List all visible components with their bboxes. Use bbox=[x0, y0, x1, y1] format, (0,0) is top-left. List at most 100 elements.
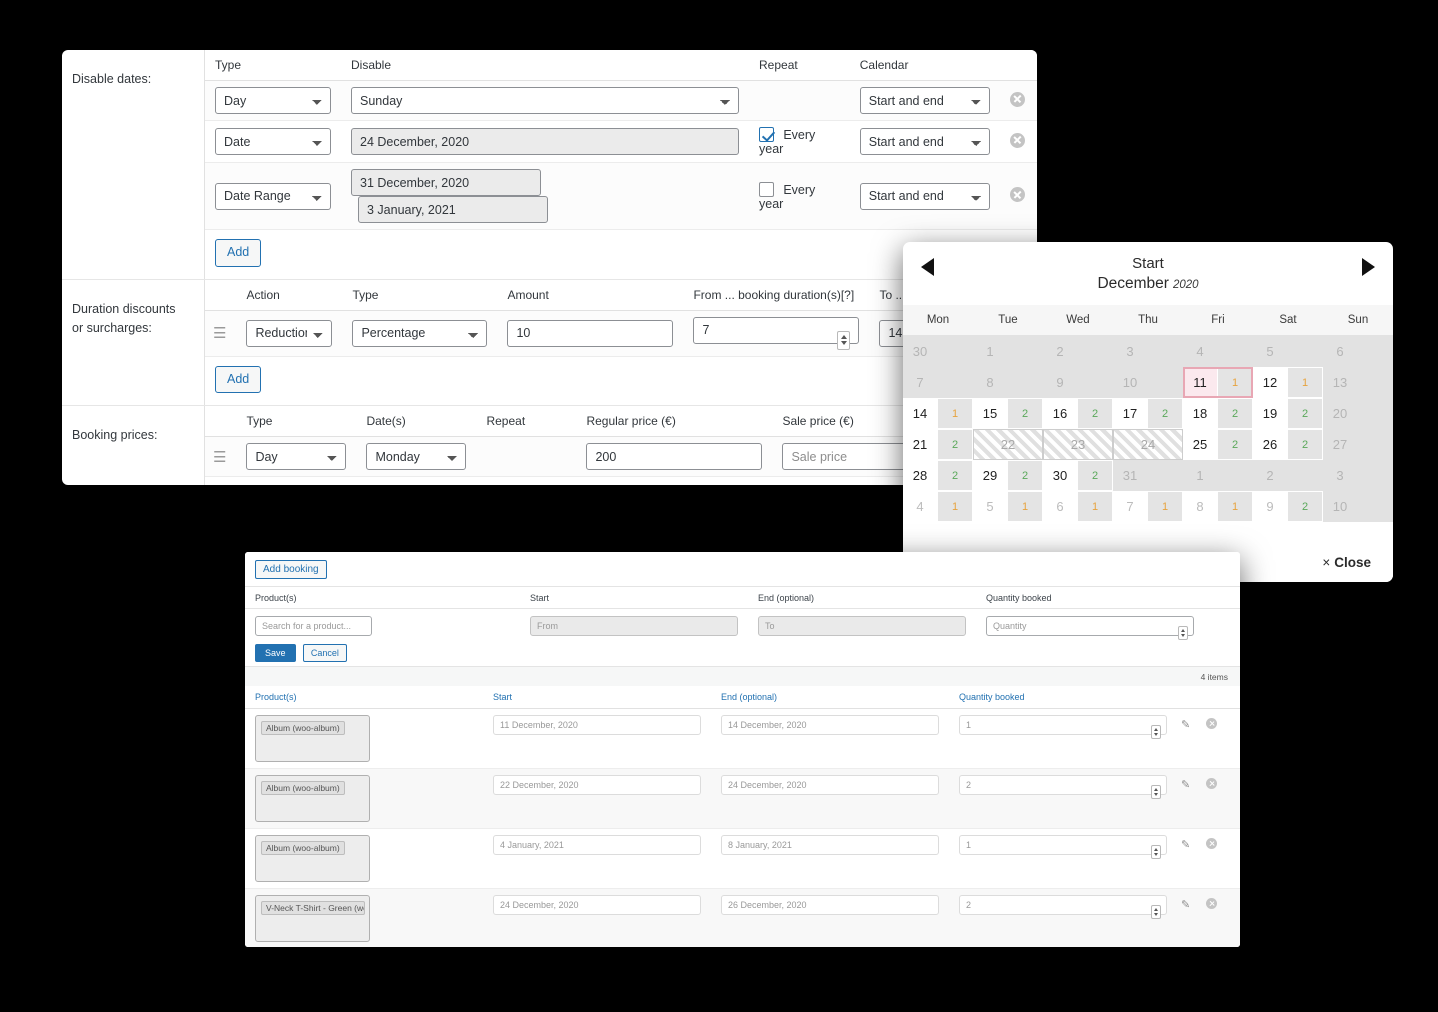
calendar-day-cell[interactable]: 252 bbox=[1183, 429, 1253, 460]
day-1[interactable]: 1 bbox=[973, 336, 1043, 367]
calendar-day-cell[interactable]: 2 bbox=[1253, 460, 1323, 491]
disable-date-input-1[interactable] bbox=[351, 128, 739, 155]
disable-range-start-input[interactable] bbox=[351, 169, 541, 196]
day-9[interactable]: 92 bbox=[1253, 491, 1323, 522]
calendar-day-cell[interactable]: 1 bbox=[973, 336, 1043, 368]
from-spinner[interactable] bbox=[837, 331, 850, 350]
disable-range-end-input[interactable] bbox=[358, 196, 548, 223]
day-25[interactable]: 252 bbox=[1183, 429, 1253, 460]
day-2[interactable]: 2 bbox=[1043, 336, 1113, 367]
calendar-day-cell[interactable]: 10 bbox=[1113, 367, 1183, 398]
day-29[interactable]: 292 bbox=[973, 460, 1043, 491]
booking-quantity-spinner[interactable] bbox=[1151, 845, 1161, 859]
day-26[interactable]: 262 bbox=[1253, 429, 1323, 460]
day-24[interactable]: 24 bbox=[1113, 429, 1183, 460]
delete-booking-icon[interactable] bbox=[1206, 718, 1217, 729]
calendar-day-cell[interactable]: 262 bbox=[1253, 429, 1323, 460]
booking-end-input[interactable] bbox=[721, 775, 939, 795]
day-4[interactable]: 4 bbox=[1183, 336, 1253, 367]
bookings-col-start[interactable]: Start bbox=[483, 686, 711, 709]
disable-value-select-0[interactable]: Sunday bbox=[351, 87, 739, 114]
booking-end-input[interactable] bbox=[721, 895, 939, 915]
calendar-day-cell[interactable]: 282 bbox=[903, 460, 973, 491]
drag-handle-icon[interactable]: ☰ bbox=[213, 449, 226, 466]
booking-quantity-input[interactable] bbox=[959, 895, 1167, 915]
calendar-day-cell[interactable]: 27 bbox=[1323, 429, 1393, 460]
price-type-select[interactable]: Day bbox=[246, 443, 346, 470]
day-5[interactable]: 5 bbox=[1253, 336, 1323, 367]
calendar-select-2[interactable]: Start and end bbox=[860, 183, 990, 210]
calendar-day-cell[interactable]: 162 bbox=[1043, 398, 1113, 429]
product-box[interactable]: Album (woo-album) bbox=[255, 835, 370, 882]
discount-from-input[interactable] bbox=[693, 317, 859, 344]
day-17[interactable]: 172 bbox=[1113, 398, 1183, 429]
day-8[interactable]: 8 bbox=[973, 367, 1043, 398]
day-6[interactable]: 6 bbox=[1323, 336, 1393, 367]
calendar-day-cell[interactable]: 41 bbox=[903, 491, 973, 522]
calendar-day-cell[interactable]: 31 bbox=[1113, 460, 1183, 491]
booking-quantity-spinner[interactable] bbox=[1151, 905, 1161, 919]
remove-row-icon[interactable] bbox=[1010, 187, 1025, 202]
booking-quantity-input[interactable] bbox=[959, 775, 1167, 795]
booking-end-input[interactable] bbox=[721, 835, 939, 855]
quantity-stepper[interactable] bbox=[986, 616, 1194, 640]
calendar-day-cell[interactable]: 292 bbox=[973, 460, 1043, 491]
bookings-col-end[interactable]: End (optional) bbox=[711, 686, 949, 709]
day-10[interactable]: 10 bbox=[1113, 367, 1183, 398]
product-box[interactable]: Album (woo-album) bbox=[255, 715, 370, 762]
product-box[interactable]: Album (woo-album) bbox=[255, 775, 370, 822]
day-3[interactable]: 3 bbox=[1113, 336, 1183, 367]
delete-booking-icon[interactable] bbox=[1206, 778, 1217, 789]
product-tag[interactable]: V-Neck T-Shirt - Green (woo-vne bbox=[261, 901, 365, 915]
day-5[interactable]: 51 bbox=[973, 491, 1043, 522]
drag-handle-icon[interactable]: ☰ bbox=[213, 325, 226, 342]
add-booking-button[interactable]: Add booking bbox=[255, 560, 327, 579]
calendar-day-cell[interactable]: 92 bbox=[1253, 491, 1323, 522]
day-30[interactable]: 302 bbox=[1043, 460, 1113, 491]
booking-quantity-stepper[interactable] bbox=[959, 895, 1167, 919]
day-21[interactable]: 212 bbox=[903, 429, 973, 460]
calendar-day-cell[interactable]: 9 bbox=[1043, 367, 1113, 398]
booking-quantity-stepper[interactable] bbox=[959, 715, 1167, 739]
calendar-day-cell[interactable]: 121 bbox=[1253, 367, 1323, 398]
day-3[interactable]: 3 bbox=[1323, 460, 1393, 491]
day-8[interactable]: 81 bbox=[1183, 491, 1253, 522]
discount-type-select[interactable]: Percentage bbox=[352, 320, 487, 347]
calendar-day-cell[interactable]: 24 bbox=[1113, 429, 1183, 460]
calendar-day-cell[interactable]: 192 bbox=[1253, 398, 1323, 429]
day-12[interactable]: 121 bbox=[1253, 367, 1323, 398]
calendar-day-cell[interactable]: 2 bbox=[1043, 336, 1113, 368]
booking-quantity-stepper[interactable] bbox=[959, 835, 1167, 859]
calendar-day-cell[interactable]: 23 bbox=[1043, 429, 1113, 460]
booking-quantity-spinner[interactable] bbox=[1151, 785, 1161, 799]
booking-quantity-stepper[interactable] bbox=[959, 775, 1167, 799]
calendar-day-cell[interactable]: 8 bbox=[973, 367, 1043, 398]
booking-start-input[interactable] bbox=[493, 895, 701, 915]
booking-quantity-spinner[interactable] bbox=[1151, 725, 1161, 739]
add-duration-discount-button[interactable]: Add bbox=[215, 366, 261, 394]
day-27[interactable]: 27 bbox=[1323, 429, 1393, 460]
previous-month-arrow-icon[interactable] bbox=[921, 258, 934, 276]
discount-action-select[interactable]: Reduction bbox=[246, 320, 332, 347]
calendar-select-0[interactable]: Start and end bbox=[860, 87, 990, 114]
discount-amount-input[interactable] bbox=[507, 320, 673, 347]
product-tag[interactable]: Album (woo-album) bbox=[261, 781, 345, 795]
day-28[interactable]: 282 bbox=[903, 460, 973, 491]
calendar-day-cell[interactable]: 3 bbox=[1323, 460, 1393, 491]
calendar-day-cell[interactable]: 20 bbox=[1323, 398, 1393, 429]
day-19[interactable]: 192 bbox=[1253, 398, 1323, 429]
disable-type-select-1[interactable]: Date bbox=[215, 128, 331, 155]
calendar-day-cell[interactable]: 7 bbox=[903, 367, 973, 398]
day-15[interactable]: 152 bbox=[973, 398, 1043, 429]
day-18[interactable]: 182 bbox=[1183, 398, 1253, 429]
calendar-day-cell[interactable]: 6 bbox=[1323, 336, 1393, 368]
quantity-input[interactable] bbox=[986, 616, 1194, 636]
day-20[interactable]: 20 bbox=[1323, 398, 1393, 429]
product-tag[interactable]: Album (woo-album) bbox=[261, 841, 345, 855]
day-13[interactable]: 13 bbox=[1323, 367, 1393, 398]
disable-type-select-0[interactable]: Day bbox=[215, 87, 331, 114]
day-7[interactable]: 7 bbox=[903, 367, 973, 398]
calendar-day-cell[interactable]: 71 bbox=[1113, 491, 1183, 522]
calendar-day-cell[interactable]: 10 bbox=[1323, 491, 1393, 522]
calendar-day-cell[interactable]: 51 bbox=[973, 491, 1043, 522]
